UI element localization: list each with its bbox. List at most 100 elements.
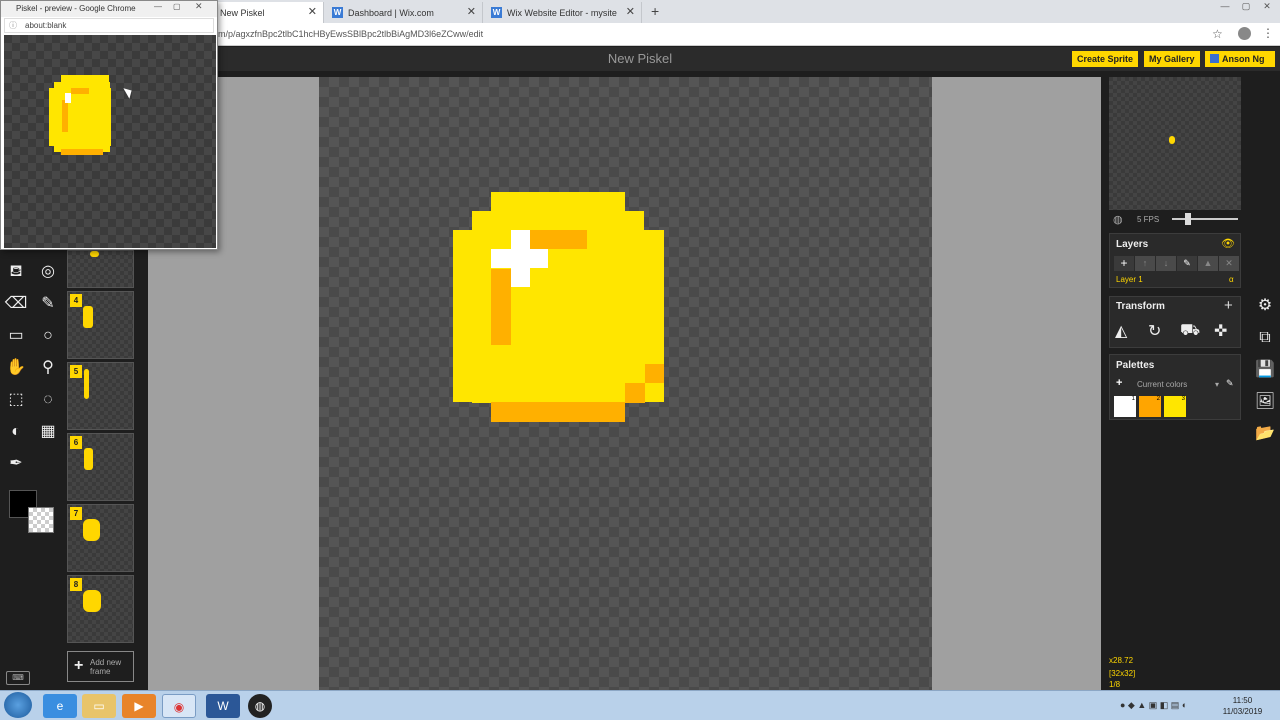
tab-wix-editor[interactable]: W Wix Website Editor - mysite ✕ [487, 2, 642, 23]
pen-icon[interactable]: ✎ [35, 291, 61, 317]
palette-select-label: Current colors [1137, 380, 1188, 389]
rect-select-icon[interactable]: ⬚ [3, 387, 29, 413]
fps-label: 5 FPS [1137, 215, 1160, 224]
eye-icon[interactable]: 👁 [1221, 237, 1235, 250]
popup-preview-canvas [4, 35, 216, 248]
open-folder-icon[interactable]: 📂 [1252, 421, 1278, 447]
frame-thumbnail[interactable]: 7 [67, 504, 134, 572]
chrome-icon[interactable]: ◉ [162, 694, 196, 718]
swatch-number: 3 [1181, 396, 1185, 402]
animation-preview[interactable] [1109, 77, 1241, 210]
edit-layer-icon[interactable]: ✎ [1177, 256, 1197, 271]
popup-maximize-icon[interactable]: ▢ [173, 2, 181, 11]
merge-layer-icon[interactable]: ▲ [1198, 256, 1218, 271]
frame-number: 6 [70, 436, 82, 449]
drawing-canvas[interactable] [319, 77, 932, 690]
move-layer-up-icon[interactable]: ↑ [1135, 256, 1155, 271]
close-icon[interactable]: ✕ [467, 5, 476, 18]
my-gallery-button[interactable]: My Gallery [1144, 51, 1200, 67]
delete-layer-icon[interactable]: ✕ [1219, 256, 1239, 271]
word-icon[interactable]: W [206, 694, 240, 718]
frame-number: 8 [70, 578, 82, 591]
fps-slider-handle[interactable] [1185, 213, 1191, 225]
close-window-icon[interactable]: ✕ [1258, 0, 1276, 14]
hand-icon[interactable]: ✋ [3, 355, 29, 381]
lighten-icon[interactable]: ◐ [3, 419, 29, 445]
minimize-icon[interactable]: — [1216, 0, 1234, 14]
clone-icon[interactable]: ⛟ [1180, 321, 1200, 341]
tab-wix-dashboard[interactable]: W Dashboard | Wix.com ✕ [328, 2, 483, 23]
add-frame-label: frame [90, 667, 111, 676]
dither-icon[interactable]: ▦ [35, 419, 61, 445]
create-sprite-button[interactable]: Create Sprite [1072, 51, 1139, 67]
palette-swatch[interactable]: 3 [1164, 396, 1186, 417]
onion-skin-icon[interactable]: ◍ [1113, 213, 1123, 226]
user-menu-button[interactable]: Anson Ng ▾ [1205, 51, 1275, 80]
frame-thumbnail[interactable]: 5 [67, 362, 134, 430]
rectangle-icon[interactable]: ▭ [3, 323, 29, 349]
menu-dots-icon[interactable]: ⋮ [1262, 26, 1274, 40]
tab-label: Wix Website Editor - mysite [507, 7, 617, 18]
add-frame-button[interactable]: + Add new frame [67, 651, 134, 682]
keyboard-icon[interactable]: ⌨ [6, 671, 30, 685]
obs-icon[interactable]: ◍ [248, 694, 272, 718]
save-icon[interactable]: 💾 [1252, 357, 1278, 383]
eyedropper-icon[interactable]: ⚲ [35, 355, 61, 381]
popup-address-bar[interactable]: ⓘ about:blank [4, 18, 214, 33]
paint-bucket-icon[interactable]: ⛾ [3, 259, 29, 285]
palettes-title: Palettes [1116, 360, 1155, 371]
maximize-icon[interactable]: ▢ [1237, 0, 1255, 14]
add-palette-icon[interactable]: + [1116, 377, 1122, 389]
edit-palette-icon[interactable]: ✎ [1226, 378, 1234, 389]
eraser-icon[interactable]: ⌫ [3, 291, 29, 317]
frame-thumbnail[interactable]: 6 [67, 433, 134, 501]
expand-icon[interactable]: + [1224, 297, 1233, 314]
popup-minimize-icon[interactable]: — [154, 2, 162, 11]
transform-title: Transform [1116, 301, 1165, 312]
close-icon[interactable]: ✕ [626, 5, 635, 18]
tab-new-piskel[interactable]: New Piskel ✕ [212, 2, 324, 23]
star-icon[interactable]: ☆ [1212, 27, 1223, 41]
sprite-size: [32x32] [1109, 669, 1136, 678]
export-image-icon[interactable]: 🖼 [1252, 389, 1278, 415]
circle-icon[interactable]: ○ [35, 323, 61, 349]
popup-close-icon[interactable]: ✕ [195, 1, 203, 12]
system-tray-icons[interactable]: ● ◆ ▲ ▣ ◧ ▤ ◐ [1120, 700, 1187, 711]
palette-swatch[interactable]: 1 [1114, 396, 1136, 417]
layer-item[interactable]: Layer 1 [1116, 275, 1143, 284]
file-explorer-icon[interactable]: ▭ [82, 694, 116, 718]
secondary-color-swatch[interactable] [28, 507, 54, 533]
fps-slider-track[interactable] [1172, 218, 1238, 220]
new-tab-icon[interactable]: + [651, 3, 659, 19]
frame-number: 5 [70, 365, 82, 378]
align-center-icon[interactable]: ✜ [1214, 321, 1227, 341]
close-icon[interactable]: ✕ [308, 5, 317, 18]
add-layer-icon[interactable]: + [1114, 256, 1134, 271]
piskel-title[interactable]: New Piskel [540, 51, 740, 66]
layer-opacity-label[interactable]: α [1229, 275, 1234, 284]
flip-icon[interactable]: ◭ [1115, 321, 1127, 341]
profile-icon[interactable] [1238, 27, 1251, 40]
color-dropper-icon[interactable]: ✒ [3, 451, 29, 477]
clock-time[interactable]: 11:50 [1220, 696, 1265, 705]
clock-date[interactable]: 11/03/2019 [1220, 707, 1265, 716]
gear-icon[interactable]: ⚙ [1252, 293, 1278, 319]
media-player-icon[interactable]: ▶ [122, 694, 156, 718]
palette-swatch[interactable]: 2 [1139, 396, 1161, 417]
lasso-icon[interactable]: ◌ [35, 387, 61, 413]
frame-thumbnail[interactable]: 8 [67, 575, 134, 643]
url-text[interactable]: m/p/agxzfnBpc2tlbC1hcHByEwsSBlBpc2tlbBiA… [218, 29, 483, 39]
coin-sprite [453, 192, 664, 422]
color-picker-target-icon[interactable]: ◎ [35, 259, 61, 285]
internet-explorer-icon[interactable]: e [43, 694, 77, 718]
info-icon: ⓘ [9, 21, 17, 30]
palette-select[interactable]: Current colors ▾ [1137, 380, 1219, 389]
layers-title: Layers [1116, 239, 1149, 250]
start-button[interactable] [4, 692, 32, 718]
rotate-icon[interactable]: ↻ [1148, 321, 1161, 341]
frame-thumbnail[interactable] [67, 250, 134, 288]
move-layer-down-icon[interactable]: ↓ [1156, 256, 1176, 271]
frame-thumbnail[interactable]: 4 [67, 291, 134, 359]
tab-label: New Piskel [220, 7, 265, 18]
resize-icon[interactable]: ⧉ [1252, 325, 1278, 351]
